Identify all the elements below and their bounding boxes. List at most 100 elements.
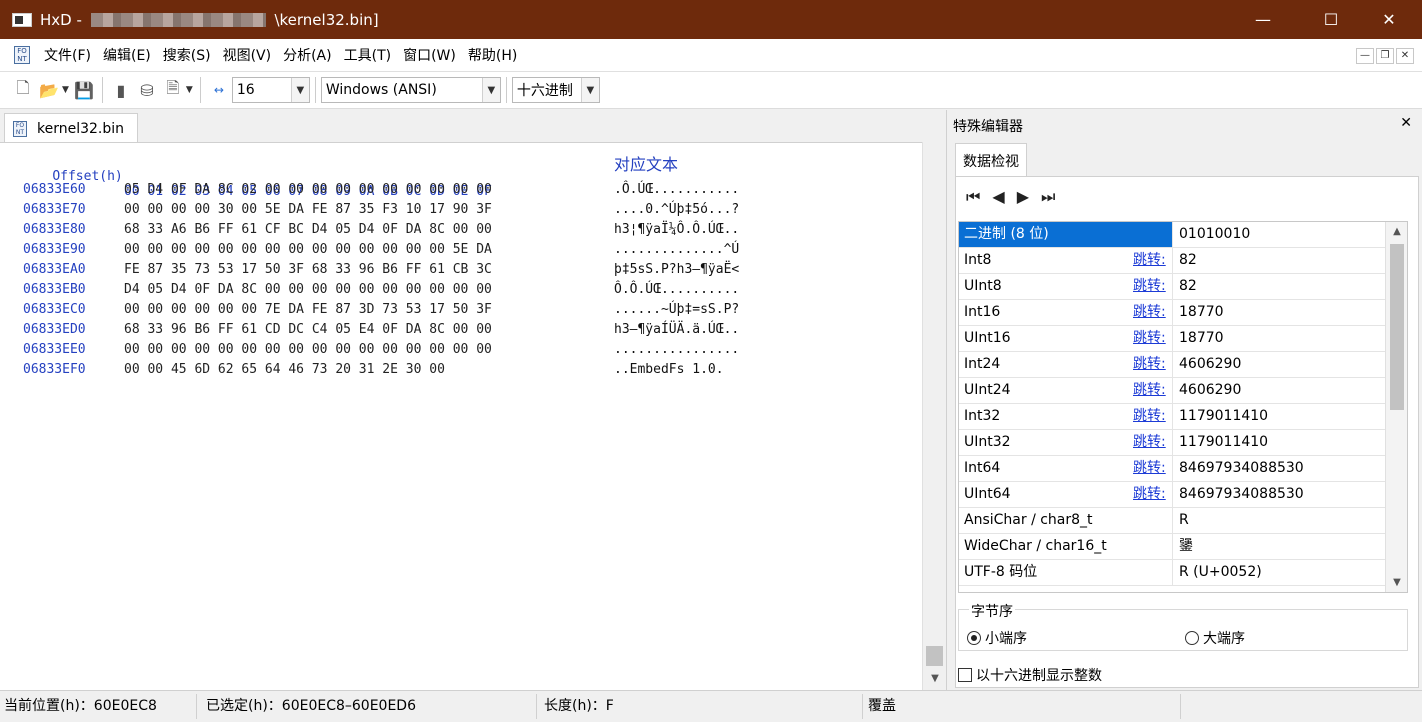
previous-icon[interactable]: ◀ <box>992 187 1004 207</box>
inspector-value[interactable]: 82 <box>1179 248 1197 273</box>
tab-data-inspector[interactable]: 数据检视 <box>955 143 1027 177</box>
inspector-scrollbar[interactable]: ▲ ▼ <box>1385 222 1407 592</box>
menu-item[interactable]: 帮助(H) <box>462 45 523 65</box>
inspector-row[interactable]: Int8 跳转: 82 <box>959 248 1385 274</box>
row-bytes[interactable]: 68 33 96 B6 FF 61 CD DC C4 05 E4 0F DA 8… <box>124 322 492 337</box>
little-endian-radio[interactable]: 小端序 <box>967 628 1027 648</box>
next-icon[interactable]: ▶ <box>1017 187 1029 207</box>
row-text[interactable]: ..............^Ú <box>614 242 739 257</box>
hex-integers-checkbox[interactable]: 以十六进制显示整数 <box>958 665 1102 685</box>
row-bytes[interactable]: 00 00 45 6D 62 65 64 46 73 20 31 2E 30 0… <box>124 362 445 377</box>
jump-link[interactable]: 跳转: <box>1133 352 1166 377</box>
checkbox-icon[interactable] <box>958 668 972 682</box>
jump-link[interactable]: 跳转: <box>1133 274 1166 299</box>
row-bytes[interactable]: 00 00 00 00 00 00 7E DA FE 87 3D 73 53 1… <box>124 302 492 317</box>
radio-icon[interactable] <box>1185 631 1199 645</box>
scrollbar-thumb[interactable] <box>926 646 943 666</box>
row-text[interactable]: Ô.Ô.ÚŒ.......... <box>614 282 739 297</box>
open-dropdown-icon[interactable]: ▼ <box>62 85 69 95</box>
inspector-grid[interactable]: 二进制 (8 位) 01010010 Int8 跳转: 82 UInt8 跳转: 82 Int1… <box>958 221 1408 593</box>
disk-icon[interactable]: ▮ <box>111 79 131 101</box>
row-bytes[interactable]: D4 05 D4 0F DA 8C 00 00 00 00 00 00 00 0… <box>124 282 492 297</box>
inspector-value[interactable]: 18770 <box>1179 326 1224 351</box>
row-text[interactable]: h3¦¶ÿaÏ¼Ô.Ô.ÚŒ.. <box>614 222 739 237</box>
row-bytes[interactable]: 00 00 00 00 00 00 00 00 00 00 00 00 00 0… <box>124 342 492 357</box>
bytes-per-row-select[interactable]: 16 ▼ <box>231 77 310 103</box>
inspector-value[interactable]: 01010010 <box>1179 222 1250 247</box>
inspector-value[interactable]: R (U+0052) <box>1179 560 1262 585</box>
file-info-dropdown-icon[interactable]: ▼ <box>186 85 193 95</box>
first-icon[interactable]: ⏮ <box>966 187 980 207</box>
jump-link[interactable]: 跳转: <box>1133 404 1166 429</box>
scroll-up-icon[interactable]: ▲ <box>1386 226 1407 237</box>
big-endian-radio[interactable]: 大端序 <box>1185 628 1245 648</box>
close-button[interactable]: ✕ <box>1366 0 1412 39</box>
inspector-row[interactable]: UInt24 跳转: 4606290 <box>959 378 1385 404</box>
chevron-down-icon[interactable]: ▼ <box>481 78 500 102</box>
chevron-down-icon[interactable]: ▼ <box>580 78 599 102</box>
row-text[interactable]: h3–¶ÿaÍÜÄ.ä.ÚŒ.. <box>614 322 739 337</box>
row-bytes[interactable]: 00 00 00 00 00 00 00 00 00 00 00 00 00 0… <box>124 242 492 257</box>
inspector-row[interactable]: UInt8 跳转: 82 <box>959 274 1385 300</box>
mdi-close-button[interactable]: ✕ <box>1396 48 1414 64</box>
row-bytes[interactable]: FE 87 35 73 53 17 50 3F 68 33 96 B6 FF 6… <box>124 262 492 277</box>
inspector-value[interactable]: 4606290 <box>1179 378 1241 403</box>
row-text[interactable]: ..EmbedFs 1.0. <box>614 362 724 377</box>
menu-item[interactable]: 分析(A) <box>277 45 338 65</box>
jump-link[interactable]: 跳转: <box>1133 300 1166 325</box>
inspector-row[interactable]: Int24 跳转: 4606290 <box>959 352 1385 378</box>
inspector-value[interactable]: 4606290 <box>1179 352 1241 377</box>
menu-item[interactable]: 视图(V) <box>217 45 278 65</box>
inspector-value[interactable]: 1179011410 <box>1179 430 1268 455</box>
jump-link[interactable]: 跳转: <box>1133 430 1166 455</box>
new-file-icon[interactable]: 🗋 <box>13 78 33 101</box>
inspector-value[interactable]: 82 <box>1179 274 1197 299</box>
open-file-icon[interactable]: 📂 <box>39 79 59 101</box>
inspector-value[interactable]: R <box>1179 508 1189 533</box>
menu-item[interactable]: 工具(T) <box>338 45 397 65</box>
inspector-row[interactable]: 二进制 (8 位) 01010010 <box>959 222 1385 248</box>
row-text[interactable]: þ‡5sS.P?h3–¶ÿaË< <box>614 262 739 277</box>
row-text[interactable]: .Ô.ÚŒ........... <box>614 182 739 197</box>
inspector-value[interactable]: 84697934088530 <box>1179 456 1304 481</box>
inspector-row[interactable]: Int32 跳转: 1179011410 <box>959 404 1385 430</box>
mdi-minimize-button[interactable]: — <box>1356 48 1374 64</box>
save-icon[interactable]: 💾 <box>74 79 94 101</box>
row-bytes[interactable]: 68 33 A6 B6 FF 61 CF BC D4 05 D4 0F DA 8… <box>124 222 492 237</box>
jump-link[interactable]: 跳转: <box>1133 378 1166 403</box>
panel-close-button[interactable]: ✕ <box>1400 115 1412 131</box>
hex-scrollbar[interactable]: ▼ <box>922 142 946 690</box>
scroll-down-icon[interactable]: ▼ <box>923 673 947 684</box>
inspector-row[interactable]: WideChar / char16_t 䥒 <box>959 534 1385 560</box>
maximize-button[interactable]: ☐ <box>1308 0 1354 39</box>
jump-link[interactable]: 跳转: <box>1133 456 1166 481</box>
inspector-value[interactable]: 84697934088530 <box>1179 482 1304 507</box>
file-tab-kernel32[interactable]: FO NT kernel32.bin <box>4 113 138 143</box>
inspector-value[interactable]: 䥒 <box>1179 534 1193 559</box>
offset-base-select[interactable]: 十六进制 ▼ <box>511 77 600 103</box>
row-text[interactable]: ......~Úþ‡=sS.P? <box>614 302 739 317</box>
inspector-value[interactable]: 18770 <box>1179 300 1224 325</box>
chevron-down-icon[interactable]: ▼ <box>290 78 309 102</box>
menu-item[interactable]: 窗口(W) <box>397 45 462 65</box>
row-text[interactable]: ................ <box>614 342 739 357</box>
inspector-row[interactable]: UInt32 跳转: 1179011410 <box>959 430 1385 456</box>
row-bytes[interactable]: 05 D4 0F DA 8C 02 00 00 00 00 00 00 00 0… <box>124 182 492 197</box>
charset-select[interactable]: Windows (ANSI) ▼ <box>320 77 501 103</box>
inspector-value[interactable]: 1179011410 <box>1179 404 1268 429</box>
jump-link[interactable]: 跳转: <box>1133 326 1166 351</box>
jump-link[interactable]: 跳转: <box>1133 482 1166 507</box>
inspector-row[interactable]: Int64 跳转: 84697934088530 <box>959 456 1385 482</box>
row-bytes[interactable]: 00 00 00 00 30 00 5E DA FE 87 35 F3 10 1… <box>124 202 492 217</box>
radio-selected-icon[interactable] <box>967 631 981 645</box>
menu-item[interactable]: 搜索(S) <box>157 45 217 65</box>
ram-icon[interactable]: ⛁ <box>137 79 157 101</box>
inspector-row[interactable]: Int16 跳转: 18770 <box>959 300 1385 326</box>
row-text[interactable]: ....0.^Úþ‡5ó...? <box>614 202 739 217</box>
minimize-button[interactable]: — <box>1240 0 1286 39</box>
file-info-icon[interactable]: 🗎 <box>163 78 183 101</box>
inspector-row[interactable]: UInt64 跳转: 84697934088530 <box>959 482 1385 508</box>
inspector-row[interactable]: UTF-8 码位 R (U+0052) <box>959 560 1385 586</box>
scroll-down-icon[interactable]: ▼ <box>1386 577 1407 588</box>
menu-item[interactable]: 编辑(E) <box>97 45 157 65</box>
